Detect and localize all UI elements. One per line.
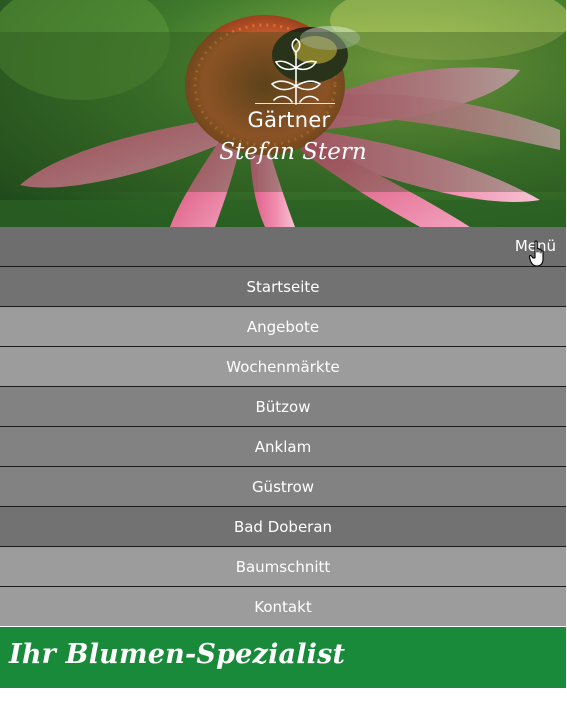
- nav-item-buetzow[interactable]: Bützow: [0, 386, 566, 426]
- main-navigation: Startseite Angebote Wochenmärkte Bützow …: [0, 266, 566, 626]
- nav-item-bad-doberan[interactable]: Bad Doberan: [0, 506, 566, 546]
- nav-item-kontakt[interactable]: Kontakt: [0, 586, 566, 626]
- nav-item-angebote[interactable]: Angebote: [0, 306, 566, 346]
- headline-banner: Ihr Blumen-Spezialist: [0, 627, 566, 688]
- page-headline: Ihr Blumen-Spezialist: [9, 639, 346, 670]
- nav-item-guestrow[interactable]: Güstrow: [0, 466, 566, 506]
- nav-item-wochenmaerkte[interactable]: Wochenmärkte: [0, 346, 566, 386]
- logo-divider: [255, 103, 335, 104]
- page: Gärtner Stefan Stern Menü Startseite Ang…: [0, 0, 566, 717]
- sprout-icon: [270, 38, 322, 105]
- site-header: Gärtner Stefan Stern: [0, 0, 566, 227]
- nav-item-anklam[interactable]: Anklam: [0, 426, 566, 466]
- menu-toggle-bar[interactable]: Menü: [0, 227, 566, 266]
- nav-item-startseite[interactable]: Startseite: [0, 266, 566, 306]
- hand-pointer-cursor-icon: [529, 240, 544, 267]
- brand-title: Gärtner: [247, 108, 331, 132]
- brand-name: Stefan Stern: [219, 139, 367, 165]
- nav-item-baumschnitt[interactable]: Baumschnitt: [0, 546, 566, 586]
